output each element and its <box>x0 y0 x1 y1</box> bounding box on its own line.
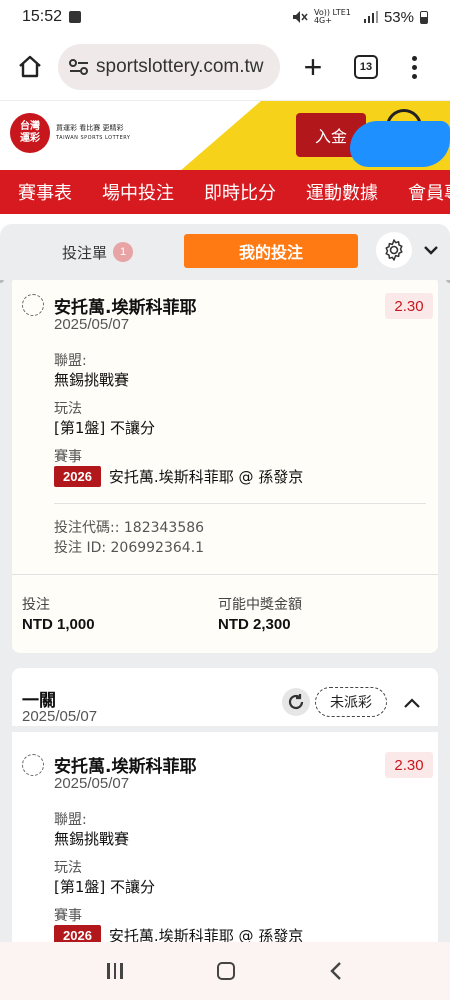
menu-dot <box>412 73 417 79</box>
bet-panel-header: 投注單 1 我的投注 <box>0 224 450 280</box>
browser-menu-button[interactable] <box>412 55 417 79</box>
settings-button[interactable] <box>376 232 412 268</box>
nav-item-live-betting[interactable]: 場中投注 <box>86 179 188 205</box>
refresh-button[interactable] <box>282 688 310 716</box>
divider <box>12 574 438 575</box>
league-label: 聯盟: <box>54 353 87 369</box>
market-label: 玩法 <box>54 860 82 876</box>
odds-badge: 2.30 <box>385 293 433 319</box>
status-icons: Vo)) LTE1 4G+ 53% <box>292 9 428 26</box>
odds-badge: 2.30 <box>385 752 433 778</box>
divider <box>54 503 426 504</box>
recent-apps-button[interactable] <box>107 963 123 979</box>
bet-card: 安托萬.埃斯科菲耶 2025/05/07 2.30 聯盟: 無錫挑戰賽 玩法 [… <box>12 280 438 653</box>
bet-id: 投注 ID: 206992364.1 <box>54 540 205 556</box>
nav-item-schedule[interactable]: 賽事表 <box>0 179 86 205</box>
selection-date: 2025/05/07 <box>54 775 130 792</box>
home-icon <box>19 55 41 78</box>
league-value: 無錫挑戰賽 <box>54 830 130 848</box>
event-code-badge: 2026 <box>54 466 101 487</box>
tab-switcher-button[interactable]: 13 <box>354 55 378 79</box>
signal-icon <box>363 11 378 23</box>
menu-dot <box>412 64 417 70</box>
payout-label: 可能中獎金額 <box>218 597 302 613</box>
network-indicator: Vo)) LTE1 4G+ <box>313 8 351 25</box>
url-text: sportslottery.com.tw <box>96 56 264 77</box>
my-bets-list[interactable]: 安托萬.埃斯科菲耶 2025/05/07 2.30 聯盟: 無錫挑戰賽 玩法 [… <box>0 280 450 942</box>
event-line: 2026 安托萬.埃斯科菲耶 @ 孫發京 <box>54 466 303 487</box>
bet-slip-count-badge: 1 <box>113 242 134 262</box>
market-label: 玩法 <box>54 401 82 417</box>
bet-group-card: 一關 2025/05/07 未派彩 安托萬.埃斯科菲耶 2025/05/07 2… <box>12 668 438 942</box>
redaction-mark <box>350 121 450 167</box>
market-value: [第1盤] 不讓分 <box>54 878 156 896</box>
logo-tagline-zh: 買運彩 看比賽 更精彩 <box>56 124 124 132</box>
mute-icon <box>292 11 308 23</box>
home-nav-button[interactable] <box>216 962 235 980</box>
refresh-icon <box>288 694 304 710</box>
battery-icon <box>420 10 428 24</box>
nav-item-members[interactable]: 會員專區 <box>392 179 450 205</box>
menu-dot <box>412 55 417 61</box>
selection-date: 2025/05/07 <box>54 316 130 333</box>
chevron-down-icon[interactable] <box>422 241 440 259</box>
gear-icon <box>385 239 403 261</box>
event-line: 2026 安托萬.埃斯科菲耶 @ 孫發京 <box>54 925 303 942</box>
site-header: 台灣 運彩 買運彩 看比賽 更精彩 TAIWAN SPORTS LOTTERY … <box>0 100 450 170</box>
recent-bar <box>107 963 110 979</box>
recent-bar <box>120 963 123 979</box>
group-date: 2025/05/07 <box>22 708 98 725</box>
event-code-badge: 2026 <box>54 925 101 942</box>
tab-bet-slip[interactable]: 投注單 1 <box>62 242 134 263</box>
bet-slip-label: 投注單 <box>62 243 108 262</box>
notification-icon <box>69 11 82 23</box>
league-label: 聯盟: <box>54 812 87 828</box>
logo-tagline-en: TAIWAN SPORTS LOTTERY <box>56 135 131 141</box>
bet-meta: 投注代碼:: 182343586 投注 ID: 206992364.1 <box>54 518 204 558</box>
market-value: [第1盤] 不讓分 <box>54 419 156 437</box>
event-name: 安托萬.埃斯科菲耶 @ 孫發京 <box>108 927 304 942</box>
perforation-dot <box>446 280 450 283</box>
nav-item-live-scores[interactable]: 即時比分 <box>188 179 290 205</box>
home-button[interactable] <box>12 49 48 85</box>
back-icon[interactable] <box>329 961 343 981</box>
bet-code: 投注代碼:: 182343586 <box>54 520 205 536</box>
event-label: 賽事 <box>54 908 82 924</box>
tab-my-bets[interactable]: 我的投注 <box>184 234 358 268</box>
logo-text-line2: 運彩 <box>20 133 40 144</box>
recent-bar <box>113 963 117 979</box>
event-name: 安托萬.埃斯科菲耶 @ 孫發京 <box>108 468 304 486</box>
event-label: 賽事 <box>54 449 82 465</box>
new-tab-button[interactable]: + <box>298 49 328 86</box>
stake-value: NTD 1,000 <box>22 616 95 633</box>
payout-value: NTD 2,300 <box>218 616 291 633</box>
clock: 15:52 <box>22 8 63 25</box>
main-nav: 賽事表 場中投注 即時比分 運動數據 會員專區 <box>0 170 450 214</box>
logo-tagline: 買運彩 看比賽 更精彩 TAIWAN SPORTS LOTTERY <box>56 123 130 143</box>
selection-name: 安托萬.埃斯科菲耶 <box>54 298 197 318</box>
battery-percent: 53% <box>383 8 414 26</box>
system-nav-bar <box>0 942 450 1000</box>
site-logo[interactable]: 台灣 運彩 <box>10 113 50 153</box>
address-bar[interactable]: sportslottery.com.tw <box>58 44 280 90</box>
nav-item-sports-data[interactable]: 運動數據 <box>290 179 392 205</box>
league-value: 無錫挑戰賽 <box>54 371 130 389</box>
status-bar: 15:52 Vo)) LTE1 4G+ 53% <box>0 0 450 34</box>
stake-label: 投注 <box>22 597 50 613</box>
settlement-status-badge: 未派彩 <box>315 687 387 717</box>
logo-text-line1: 台灣 <box>20 121 40 132</box>
browser-toolbar: sportslottery.com.tw + 13 <box>0 34 450 100</box>
selection-check-icon <box>22 294 44 316</box>
selection-name: 安托萬.埃斯科菲耶 <box>54 757 197 777</box>
chevron-up-icon[interactable] <box>402 694 422 712</box>
divider <box>12 726 438 732</box>
perforation-dot <box>0 280 4 283</box>
selection-check-icon <box>22 754 44 776</box>
site-settings-icon[interactable] <box>68 58 90 76</box>
